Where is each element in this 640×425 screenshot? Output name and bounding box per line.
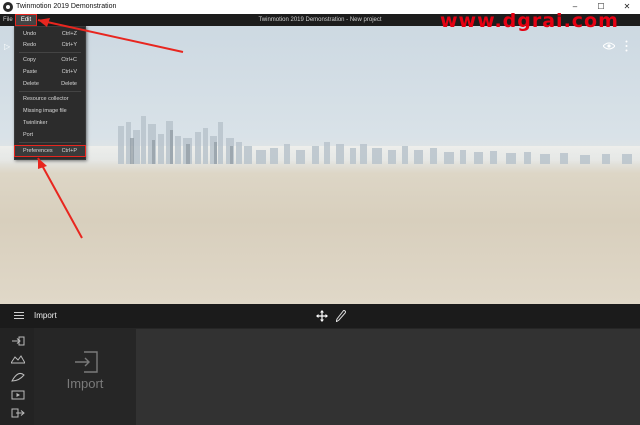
import-icon[interactable] xyxy=(11,336,25,346)
twinmotion-logo-icon xyxy=(3,2,13,12)
menu-item-shortcut: Ctrl+Z xyxy=(61,31,77,37)
watermark-text: www.dgrai.com xyxy=(440,10,619,32)
hamburger-icon[interactable] xyxy=(14,312,24,319)
pen-icon[interactable] xyxy=(336,310,346,322)
menu-item-delete[interactable]: Delete Delete xyxy=(15,79,85,89)
viewport-3d[interactable]: ▷ xyxy=(0,26,640,304)
import-large-icon xyxy=(75,351,98,373)
import-label: Import xyxy=(66,376,104,391)
vegetation-icon[interactable] xyxy=(11,372,25,382)
menu-item-undo[interactable]: Undo Ctrl+Z xyxy=(15,29,85,39)
panel-title: Import xyxy=(34,311,57,320)
menu-item-missing-image-file[interactable]: Missing image file xyxy=(15,106,85,116)
menu-item-shortcut: Ctrl+V xyxy=(61,69,77,75)
menu-item-label: Twinlinker xyxy=(23,120,48,126)
side-toolbar xyxy=(0,328,34,425)
library-content-area[interactable] xyxy=(136,329,640,425)
menu-item-shortcut: Delete xyxy=(61,81,77,87)
more-options-icon[interactable] xyxy=(625,40,628,52)
media-icon[interactable] xyxy=(11,390,25,400)
menu-item-label: Copy xyxy=(23,57,36,63)
menu-item-label: Delete xyxy=(23,81,39,87)
menu-item-label: Missing image file xyxy=(23,108,67,114)
menu-item-label: Paste xyxy=(23,69,38,75)
window-title: Twinmotion 2019 Demonstration xyxy=(16,3,117,10)
menu-divider xyxy=(19,142,81,143)
terrain-icon[interactable] xyxy=(11,354,25,364)
menu-item-label: Redo xyxy=(23,42,37,48)
viewport-play-icon[interactable]: ▷ xyxy=(4,42,10,51)
menu-item-port[interactable]: Port xyxy=(15,130,85,140)
menu-item-label: Undo xyxy=(23,31,37,37)
menu-item-copy[interactable]: Copy Ctrl+C xyxy=(15,55,85,65)
export-icon[interactable] xyxy=(11,408,25,418)
move-icon[interactable] xyxy=(316,310,328,322)
menu-item-shortcut: Ctrl+C xyxy=(61,57,77,63)
menu-item-label: Preferences xyxy=(23,148,53,154)
menu-item-shortcut: Ctrl+P xyxy=(61,148,77,154)
city-skyline xyxy=(118,116,632,164)
menu-divider xyxy=(19,91,81,92)
menu-item-resource-collector[interactable]: Resource collector xyxy=(15,94,85,104)
menu-item-shortcut: Ctrl+Y xyxy=(61,42,77,48)
menu-item-label: Port xyxy=(23,132,34,138)
menu-item-paste[interactable]: Paste Ctrl+V xyxy=(15,67,85,77)
menu-item-preferences[interactable]: Preferences Ctrl+P xyxy=(14,145,86,157)
bottom-toolbar: Import xyxy=(0,304,640,328)
menu-item-label: Resource collector xyxy=(23,96,69,102)
edit-menu-dropdown: Undo Ctrl+Z Redo Ctrl+Y Copy Ctrl+C Past… xyxy=(14,26,86,160)
menu-item-twinlinker[interactable]: Twinlinker xyxy=(15,118,85,128)
menu-item-redo[interactable]: Redo Ctrl+Y xyxy=(15,40,85,50)
eye-icon[interactable] xyxy=(603,42,615,50)
menu-divider xyxy=(19,52,81,53)
